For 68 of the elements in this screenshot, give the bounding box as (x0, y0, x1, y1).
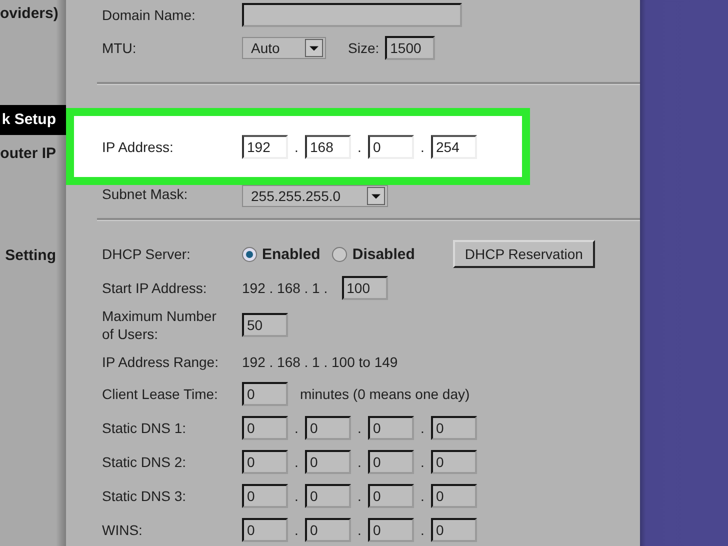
separator-dot: . (420, 488, 426, 504)
dropdown[interactable]: Auto (242, 37, 326, 59)
field-label: Subnet Mask: (102, 185, 189, 203)
sidebar-item[interactable]: Setting (0, 241, 66, 271)
input-field[interactable]: 0 (431, 484, 477, 508)
radio-option[interactable]: Enabled (242, 246, 320, 262)
input-field[interactable]: 1500 (385, 36, 436, 60)
separator-dot: . (356, 138, 362, 154)
separator-dot: . (420, 522, 426, 538)
input-field[interactable]: 0 (368, 450, 414, 474)
field-label: WINS: (102, 521, 144, 539)
field-label: MTU: (102, 39, 138, 57)
sidebar-item[interactable]: oviders) (0, 0, 66, 29)
reservation-button[interactable]: DHCP Reservation (452, 240, 595, 268)
separator-dot: . (294, 488, 300, 504)
input-field[interactable]: 0 (242, 450, 288, 474)
separator-dot: . (294, 138, 300, 154)
field-label: Static DNS 2: (102, 453, 188, 471)
input-field[interactable]: 0 (368, 416, 414, 440)
field-text: 192 . 168 . 1 . 100 to 149 (242, 354, 398, 370)
field-label: Start IP Address: (102, 279, 208, 297)
input-field[interactable]: 0 (368, 484, 414, 508)
input-field[interactable]: 100 (342, 276, 388, 300)
input-field[interactable]: 0 (242, 416, 288, 440)
input-field[interactable]: 0 (305, 484, 351, 508)
field-label: Domain Name: (102, 6, 196, 24)
input-field[interactable]: 0 (431, 416, 477, 440)
input-field[interactable] (242, 3, 462, 27)
separator-dot: . (294, 420, 300, 436)
separator-dot: . (294, 454, 300, 470)
dropdown[interactable]: 255.255.255.0 (242, 185, 388, 207)
input-field[interactable]: 168 (305, 134, 351, 158)
input-field[interactable]: 0 (242, 382, 288, 406)
field-label: IP Address: (102, 138, 174, 156)
field-text: Size: (348, 40, 380, 56)
input-field[interactable]: 0 (242, 484, 288, 508)
separator-dot: . (356, 454, 362, 470)
input-field[interactable]: 0 (305, 450, 351, 474)
separator-dot: . (420, 138, 426, 154)
caret-icon (367, 187, 385, 205)
separator-dot: . (420, 454, 426, 470)
input-field[interactable]: 0 (431, 518, 477, 542)
separator-dot: . (356, 522, 362, 538)
input-field[interactable]: 0 (305, 518, 351, 542)
field-label: Maximum Number of Users: (102, 307, 218, 343)
input-field[interactable]: 0 (305, 416, 351, 440)
field-label: Static DNS 1: (102, 419, 188, 437)
field-label: Static DNS 3: (102, 487, 188, 505)
sidebar-item[interactable]: outer IP (0, 139, 66, 169)
field-text: minutes (0 means one day) (300, 386, 470, 402)
input-field[interactable]: 192 (242, 134, 288, 158)
field-label: IP Address Range: (102, 352, 220, 370)
sidebar-item[interactable]: k Setup (0, 105, 66, 135)
separator-dot: . (356, 420, 362, 436)
input-field[interactable]: 50 (242, 313, 288, 337)
input-field[interactable]: 0 (242, 518, 288, 542)
separator-dot: . (294, 522, 300, 538)
caret-icon (305, 39, 323, 57)
input-field[interactable]: 0 (368, 134, 414, 158)
field-label: Client Lease Time: (102, 385, 219, 403)
input-field[interactable]: 0 (431, 450, 477, 474)
input-field[interactable]: 0 (368, 518, 414, 542)
field-text: 192 . 168 . 1 . (242, 280, 328, 296)
separator-dot: . (356, 488, 362, 504)
separator-dot: . (420, 420, 426, 436)
field-label: DHCP Server: (102, 245, 192, 263)
input-field[interactable]: 254 (431, 134, 477, 158)
radio-option[interactable]: Disabled (332, 246, 415, 262)
